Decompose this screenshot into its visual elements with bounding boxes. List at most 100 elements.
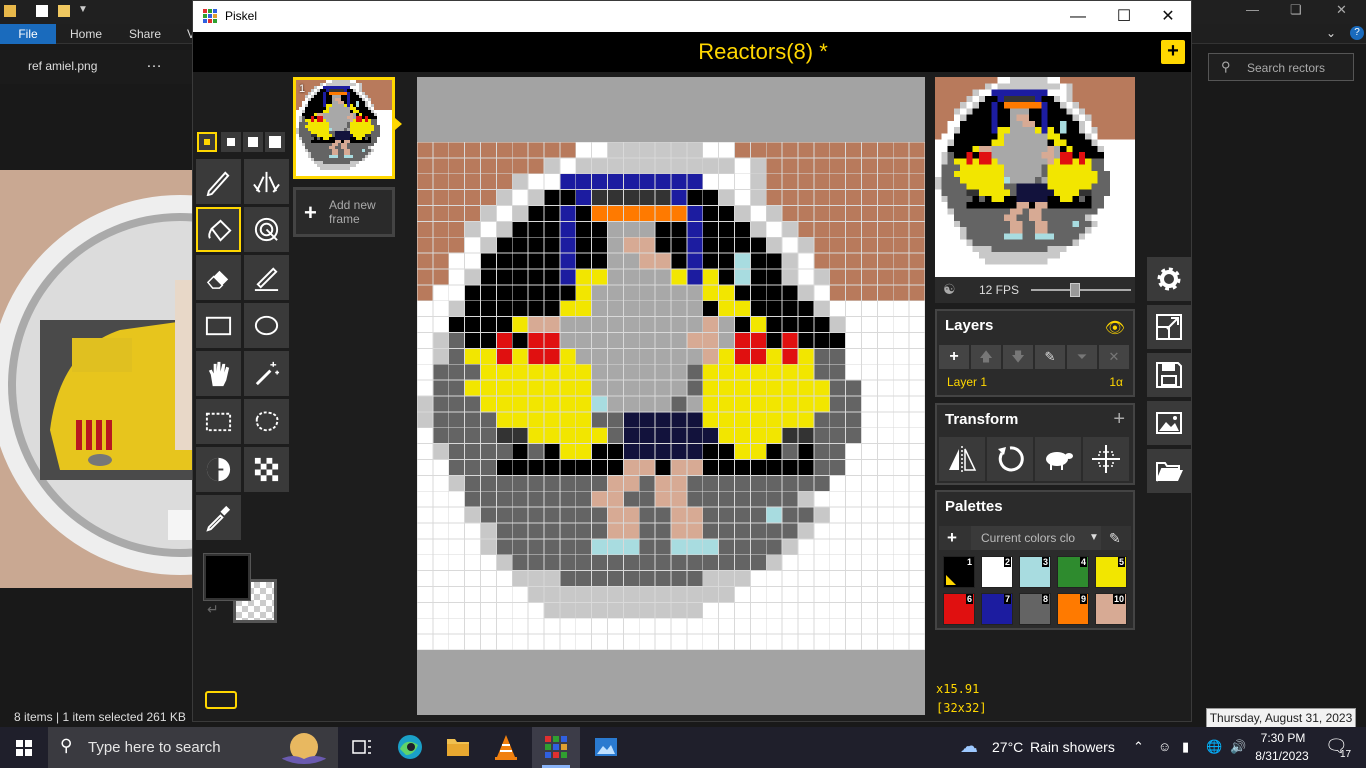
piskel-app-icon bbox=[203, 9, 217, 23]
weather-description[interactable]: Rain showers bbox=[1030, 739, 1115, 755]
clock-time[interactable]: 7:30 PM bbox=[1258, 731, 1308, 745]
onion-skin-icon[interactable]: ☯ bbox=[943, 281, 956, 298]
lighten-tool[interactable] bbox=[196, 447, 241, 492]
rectangle-select-tool[interactable] bbox=[196, 399, 241, 444]
paint-bucket-tool[interactable] bbox=[196, 207, 241, 252]
move-tool[interactable] bbox=[196, 351, 241, 396]
vertical-mirror-pen-tool[interactable] bbox=[244, 159, 289, 204]
color-picker-tool[interactable] bbox=[196, 495, 241, 540]
circle-tool[interactable] bbox=[244, 303, 289, 348]
center-align-icon bbox=[1092, 445, 1120, 473]
pen-size-4[interactable] bbox=[265, 132, 285, 152]
eye-icon[interactable]: 👁 bbox=[1105, 318, 1125, 338]
rectangle-tool[interactable] bbox=[196, 303, 241, 348]
layer-row[interactable]: Layer 1 1α bbox=[939, 371, 1131, 393]
network-icon[interactable]: 🌐 bbox=[1206, 739, 1222, 755]
weather-temperature[interactable]: 27°C bbox=[992, 739, 1023, 755]
fps-slider-thumb[interactable] bbox=[1070, 283, 1080, 297]
folder-icon[interactable] bbox=[4, 5, 16, 17]
settings-button[interactable] bbox=[1147, 257, 1191, 301]
clone-button[interactable] bbox=[1035, 437, 1081, 481]
pen-tool[interactable] bbox=[196, 159, 241, 204]
volume-icon[interactable]: 🔊 bbox=[1230, 739, 1246, 755]
primary-color[interactable] bbox=[203, 553, 251, 601]
palette-swatch[interactable]: 7 bbox=[981, 593, 1013, 625]
palette-swatch[interactable]: 10 bbox=[1095, 593, 1127, 625]
resize-button[interactable] bbox=[1147, 305, 1191, 349]
add-layer-button[interactable]: + bbox=[939, 345, 969, 369]
merge-layer-button[interactable]: ⏷ bbox=[1067, 345, 1097, 369]
vlc-app[interactable] bbox=[482, 727, 530, 768]
ribbon-tab-file[interactable]: File bbox=[0, 24, 56, 44]
move-layer-down-button[interactable]: 🡇 bbox=[1003, 345, 1033, 369]
palette-swatch[interactable]: 2 bbox=[981, 556, 1013, 588]
ribbon-tab-home[interactable]: Home bbox=[70, 24, 102, 44]
pen-size-2[interactable] bbox=[221, 132, 241, 152]
paint-same-pixels-tool[interactable] bbox=[244, 207, 289, 252]
swap-colors-icon[interactable]: ↵ bbox=[207, 601, 219, 618]
pen-size-3[interactable] bbox=[243, 132, 263, 152]
rotate-button[interactable] bbox=[987, 437, 1033, 481]
battery-icon[interactable]: ▮ bbox=[1182, 739, 1189, 755]
transform-expand-icon[interactable]: + bbox=[1113, 408, 1125, 431]
palette-swatch[interactable]: 4 bbox=[1057, 556, 1089, 588]
minimize-button[interactable]: — bbox=[1055, 1, 1101, 32]
new-folder-icon[interactable] bbox=[58, 5, 70, 17]
ribbon-tab-share[interactable]: Share bbox=[129, 24, 161, 44]
palette-select[interactable]: Current colors clo bbox=[971, 526, 1101, 550]
dithering-tool[interactable] bbox=[244, 447, 289, 492]
palette-swatch[interactable]: 8 bbox=[1019, 593, 1051, 625]
palette-swatch[interactable]: 3 bbox=[1019, 556, 1051, 588]
rectangle-select-icon bbox=[205, 412, 232, 432]
chevron-up-icon[interactable]: ⌃ bbox=[1133, 739, 1144, 755]
new-sprite-button[interactable]: + bbox=[1161, 40, 1185, 64]
taskbar-search[interactable]: ⚲ Type here to search bbox=[48, 727, 338, 768]
file-explorer-app[interactable] bbox=[434, 727, 482, 768]
add-new-frame-button[interactable]: + Add new frame bbox=[293, 187, 395, 237]
move-layer-up-button[interactable]: 🡅 bbox=[971, 345, 1001, 369]
palette-swatch[interactable]: 9 bbox=[1057, 593, 1089, 625]
drawing-canvas-area[interactable] bbox=[417, 77, 925, 715]
flip-button[interactable] bbox=[939, 437, 985, 481]
palette-swatch[interactable]: 1 bbox=[943, 556, 975, 588]
add-palette-button[interactable]: + bbox=[947, 528, 957, 548]
minimize-icon[interactable]: — bbox=[1246, 2, 1259, 17]
delete-layer-button[interactable]: ✕ bbox=[1099, 345, 1129, 369]
weather-icon[interactable]: ☁ bbox=[960, 736, 978, 757]
start-button[interactable] bbox=[0, 727, 48, 768]
layer-opacity[interactable]: 1α bbox=[1109, 375, 1123, 389]
maximize-button[interactable]: ☐ bbox=[1101, 1, 1147, 32]
lasso-select-tool[interactable] bbox=[244, 399, 289, 444]
piskel-app[interactable] bbox=[532, 727, 580, 768]
edge-app[interactable] bbox=[386, 727, 434, 768]
properties-icon[interactable] bbox=[36, 5, 48, 17]
keyboard-shortcuts-icon[interactable] bbox=[205, 691, 237, 709]
more-options-icon[interactable]: … bbox=[146, 54, 163, 72]
save-button[interactable] bbox=[1147, 353, 1191, 397]
ribbon-expand-icon[interactable]: ⌄ bbox=[1326, 26, 1336, 40]
open-button[interactable] bbox=[1147, 449, 1191, 493]
task-view-button[interactable] bbox=[338, 727, 386, 768]
edit-palette-icon[interactable]: ✎ bbox=[1109, 526, 1121, 550]
help-icon[interactable]: ? bbox=[1350, 26, 1364, 40]
customize-toolbar-icon[interactable]: ▼ bbox=[78, 4, 88, 15]
close-button[interactable]: ✕ bbox=[1145, 1, 1191, 32]
stroke-tool[interactable] bbox=[244, 255, 289, 300]
center-button[interactable] bbox=[1083, 437, 1129, 481]
palette-swatch[interactable]: 5 bbox=[1095, 556, 1127, 588]
export-button[interactable] bbox=[1147, 401, 1191, 445]
photos-app[interactable] bbox=[582, 727, 630, 768]
pixel-canvas[interactable] bbox=[417, 142, 925, 650]
eraser-tool[interactable] bbox=[196, 255, 241, 300]
clock-date[interactable]: 8/31/2023 bbox=[1252, 749, 1312, 763]
chevron-down-icon[interactable]: ▼ bbox=[1089, 526, 1099, 550]
magic-wand-tool[interactable] bbox=[244, 351, 289, 396]
pen-size-1[interactable] bbox=[197, 132, 217, 152]
restore-icon[interactable]: ❏ bbox=[1290, 2, 1302, 18]
frame-thumbnail[interactable]: 1 bbox=[293, 77, 395, 179]
close-icon[interactable]: ✕ bbox=[1336, 2, 1347, 18]
palette-swatch[interactable]: 6 bbox=[943, 593, 975, 625]
edit-layer-button[interactable]: ✎ bbox=[1035, 345, 1065, 369]
fps-slider[interactable] bbox=[1031, 283, 1131, 297]
people-icon[interactable]: ☺ bbox=[1158, 739, 1171, 754]
